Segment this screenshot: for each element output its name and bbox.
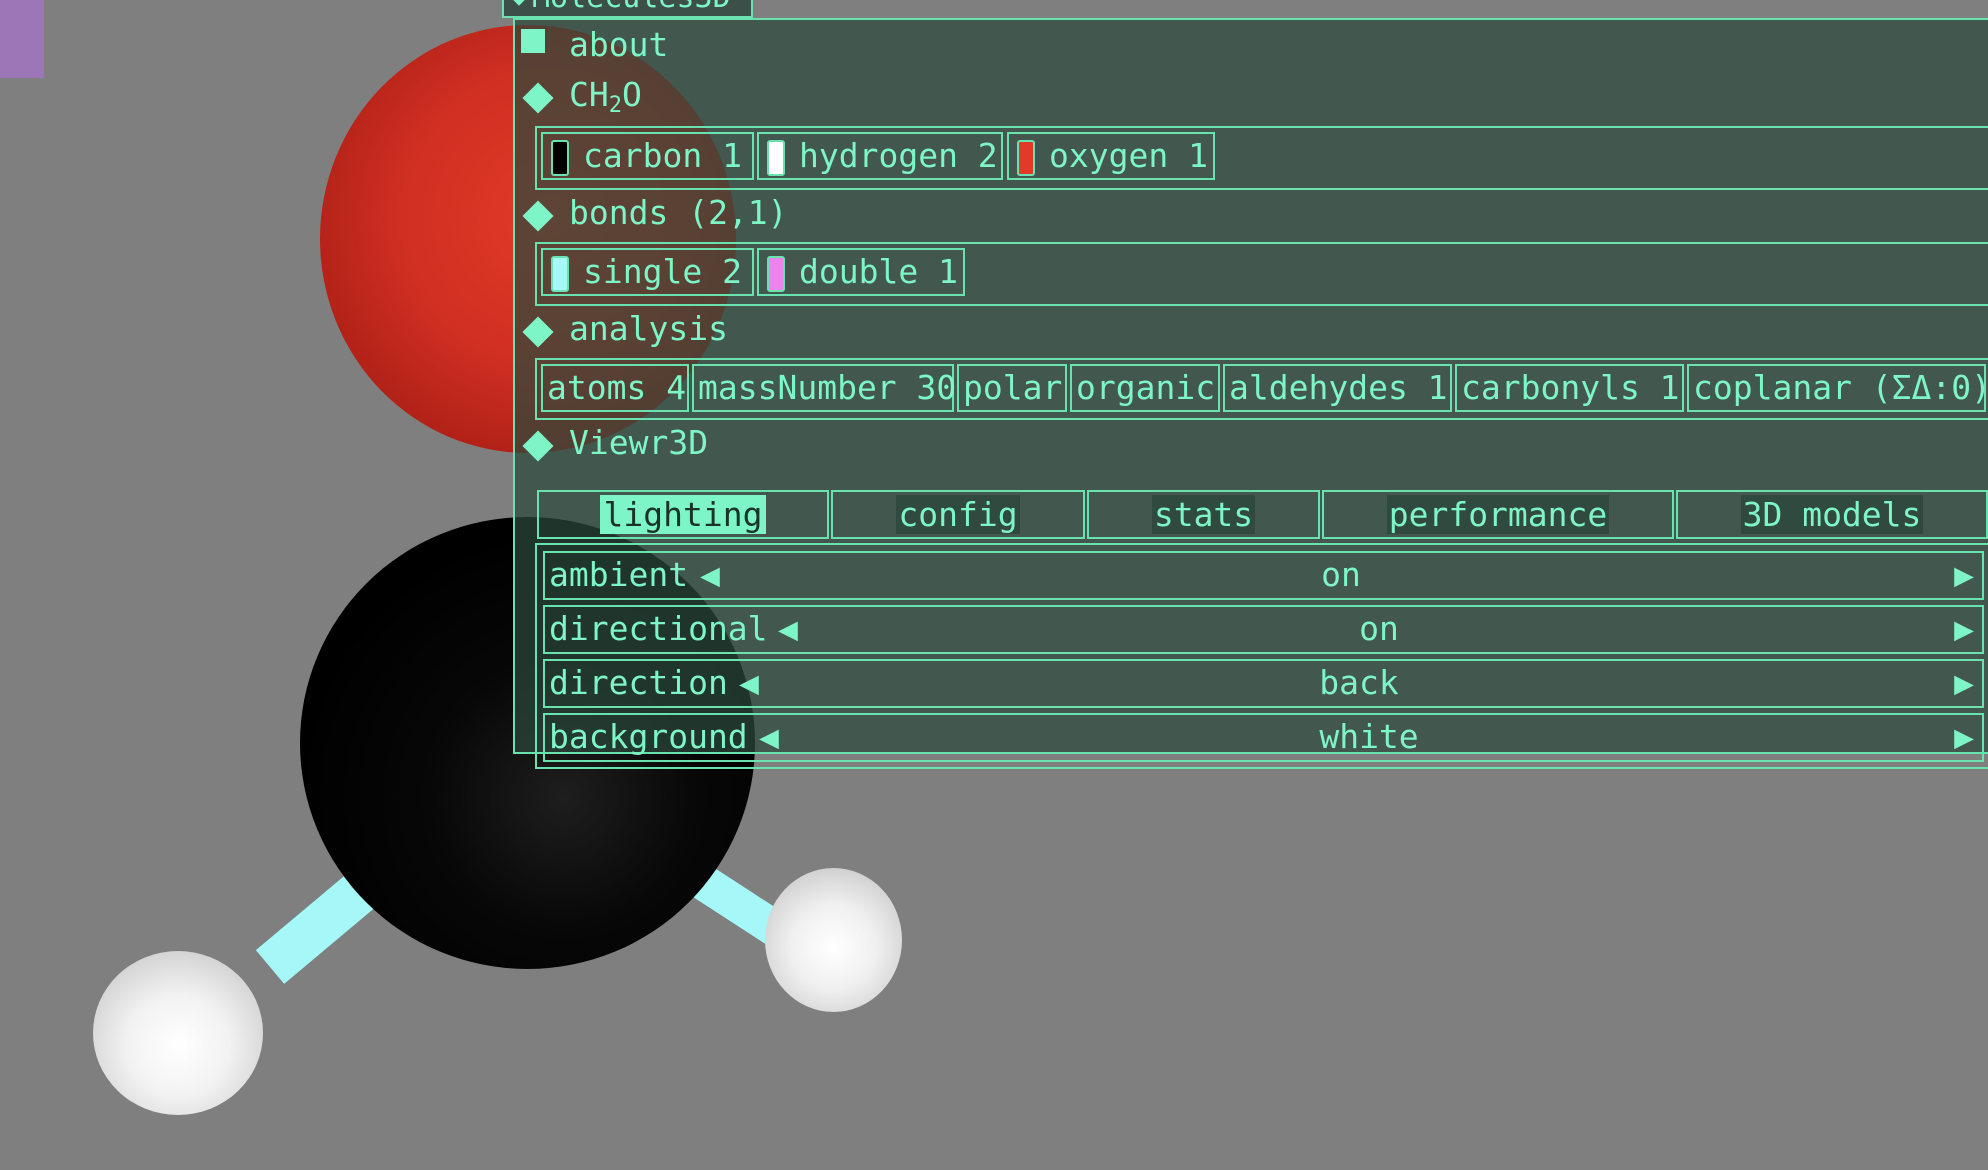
double-bond-swatch (767, 256, 785, 292)
panel-title-tab[interactable]: Molecules3D (502, 0, 753, 18)
tab-lighting[interactable]: lighting (537, 490, 829, 539)
formula-diamond-icon (522, 82, 554, 114)
setting-name: ambient (549, 555, 689, 594)
atom-chip-label: carbon 1 (583, 136, 742, 175)
analysis-chip-label: organic (1076, 368, 1216, 407)
viewer-label: Viewr3D (569, 423, 709, 462)
formula-row[interactable]: CH2O (522, 75, 642, 118)
panel-title: Molecules3D (532, 0, 731, 15)
setting-directional[interactable]: directional ◀ on ▶ (543, 605, 1984, 654)
about-label: about (569, 25, 669, 64)
analysis-chip[interactable]: coplanar (ΣΔ:0) (1687, 364, 1988, 412)
tab-stats[interactable]: stats (1087, 490, 1320, 539)
atom-chip-label: hydrogen 2 (799, 136, 998, 175)
next-arrow-icon[interactable]: ▶ (1954, 661, 1974, 705)
tab-performance[interactable]: performance (1322, 490, 1674, 539)
atoms-group: carbon 1 hydrogen 2 oxygen 1 (535, 126, 1988, 190)
next-arrow-icon[interactable]: ▶ (1954, 553, 1974, 597)
setting-value: on (1321, 555, 1361, 594)
atom-chip-label: oxygen 1 (1049, 136, 1208, 175)
bonds-row[interactable]: bonds (2,1) (522, 193, 788, 232)
tab-label: 3D models (1740, 495, 1924, 534)
tab-label: lighting (599, 495, 767, 534)
molecule-info-panel: about CH2O carbon 1 hydrogen 2 oxygen 1 … (513, 18, 1988, 769)
atom-chip-carbon[interactable]: carbon 1 (541, 132, 754, 180)
analysis-chip-label: coplanar (ΣΔ:0) (1693, 368, 1988, 407)
double-bond (0, 0, 44, 78)
about-square-icon (521, 29, 545, 53)
viewer-row[interactable]: Viewr3D (522, 423, 708, 462)
analysis-chip-label: massNumber 30 (698, 368, 957, 407)
prev-arrow-icon[interactable]: ◀ (778, 607, 798, 651)
hydrogen-atom-left (93, 951, 263, 1115)
analysis-chip[interactable]: organic (1070, 364, 1220, 412)
analysis-chip[interactable]: polar (957, 364, 1067, 412)
setting-name: direction (549, 663, 728, 702)
atom-chip-hydrogen[interactable]: hydrogen 2 (757, 132, 1003, 180)
analysis-chip[interactable]: atoms 4 (541, 364, 689, 412)
analysis-chip-label: aldehydes 1 (1229, 368, 1448, 407)
bonds-diamond-icon (522, 200, 554, 232)
prev-arrow-icon[interactable]: ◀ (759, 715, 779, 759)
bond-chip-single[interactable]: single 2 (541, 248, 754, 296)
analysis-group: atoms 4 massNumber 30 polar organic alde… (535, 358, 1988, 420)
analysis-chip-label: atoms 4 (547, 368, 687, 407)
atom-chip-oxygen[interactable]: oxygen 1 (1007, 132, 1215, 180)
collapse-diamond-icon (506, 0, 532, 6)
viewer-diamond-icon (522, 430, 554, 462)
setting-name: directional (549, 609, 768, 648)
analysis-chip[interactable]: massNumber 30 (692, 364, 957, 412)
setting-name: background (549, 717, 748, 756)
setting-value: white (1319, 717, 1419, 756)
setting-background[interactable]: background ◀ white ▶ (543, 713, 1984, 762)
analysis-diamond-icon (522, 316, 554, 348)
tab-label: config (896, 495, 1020, 534)
next-arrow-icon[interactable]: ▶ (1954, 715, 1974, 759)
tab-label: stats (1151, 495, 1256, 534)
analysis-chip[interactable]: aldehydes 1 (1223, 364, 1452, 412)
formula-label: CH2O (569, 75, 642, 118)
bond-chip-label: single 2 (583, 252, 742, 291)
about-row[interactable]: about (521, 25, 668, 64)
bonds-group: single 2 double 1 (535, 242, 1988, 306)
hydrogen-color-swatch (767, 140, 785, 176)
next-arrow-icon[interactable]: ▶ (1954, 607, 1974, 651)
hydrogen-atom-right (765, 868, 902, 1012)
bond-chip-label: double 1 (799, 252, 958, 291)
single-bond-swatch (551, 256, 569, 292)
tab-label: performance (1386, 495, 1610, 534)
carbon-color-swatch (551, 140, 569, 176)
oxygen-color-swatch (1017, 140, 1035, 176)
analysis-label: analysis (569, 309, 728, 348)
tab-3d-models[interactable]: 3D models (1676, 490, 1988, 539)
analysis-row[interactable]: analysis (522, 309, 728, 348)
bond-chip-double[interactable]: double 1 (757, 248, 965, 296)
setting-value: back (1319, 663, 1399, 702)
prev-arrow-icon[interactable]: ◀ (739, 661, 759, 705)
analysis-chip-label: carbonyls 1 (1461, 368, 1680, 407)
analysis-chip[interactable]: carbonyls 1 (1455, 364, 1684, 412)
setting-ambient[interactable]: ambient ◀ on ▶ (543, 551, 1984, 600)
bonds-label: bonds (2,1) (569, 193, 788, 232)
setting-direction[interactable]: direction ◀ back ▶ (543, 659, 1984, 708)
tab-config[interactable]: config (831, 490, 1085, 539)
analysis-chip-label: polar (963, 368, 1063, 407)
prev-arrow-icon[interactable]: ◀ (700, 553, 720, 597)
setting-value: on (1359, 609, 1399, 648)
